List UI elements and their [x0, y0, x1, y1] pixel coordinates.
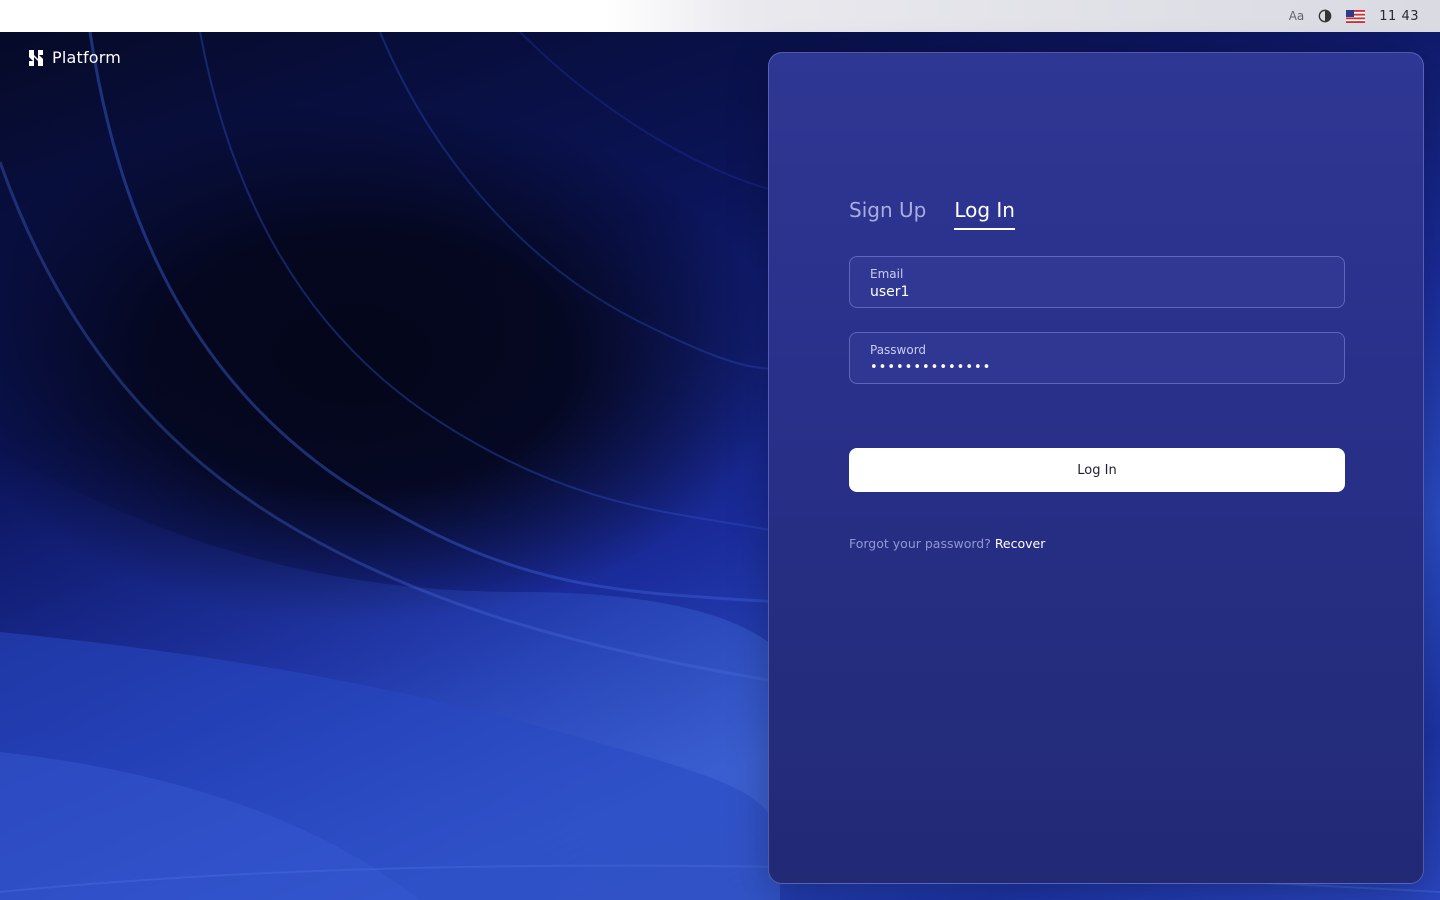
font-size-toggle[interactable]: Aa: [1289, 9, 1305, 23]
tab-log-in[interactable]: Log In: [954, 198, 1015, 230]
platform-logo-icon: [29, 49, 43, 66]
password-input[interactable]: ••••••••••••••: [870, 360, 1324, 375]
auth-card: Sign Up Log In Email user1 Password ••••…: [768, 52, 1424, 884]
recover-row: Forgot your password? Recover: [849, 536, 1045, 551]
recover-link[interactable]: Recover: [995, 536, 1046, 551]
forgot-password-text: Forgot your password?: [849, 536, 991, 551]
contrast-icon[interactable]: [1318, 9, 1332, 23]
password-field[interactable]: Password ••••••••••••••: [849, 332, 1345, 384]
clock: 11 43: [1379, 8, 1419, 24]
log-in-button[interactable]: Log In: [849, 448, 1345, 492]
system-top-bar: Aa 11 43: [0, 0, 1440, 32]
email-input[interactable]: user1: [870, 284, 1324, 300]
email-label: Email: [870, 267, 904, 281]
us-flag-icon[interactable]: [1346, 9, 1366, 23]
password-label: Password: [870, 343, 927, 357]
email-field[interactable]: Email user1: [849, 256, 1345, 308]
tab-sign-up[interactable]: Sign Up: [849, 198, 926, 230]
brand-name: Platform: [52, 48, 122, 67]
brand[interactable]: Platform: [28, 48, 121, 67]
auth-tabs: Sign Up Log In: [849, 198, 1015, 230]
